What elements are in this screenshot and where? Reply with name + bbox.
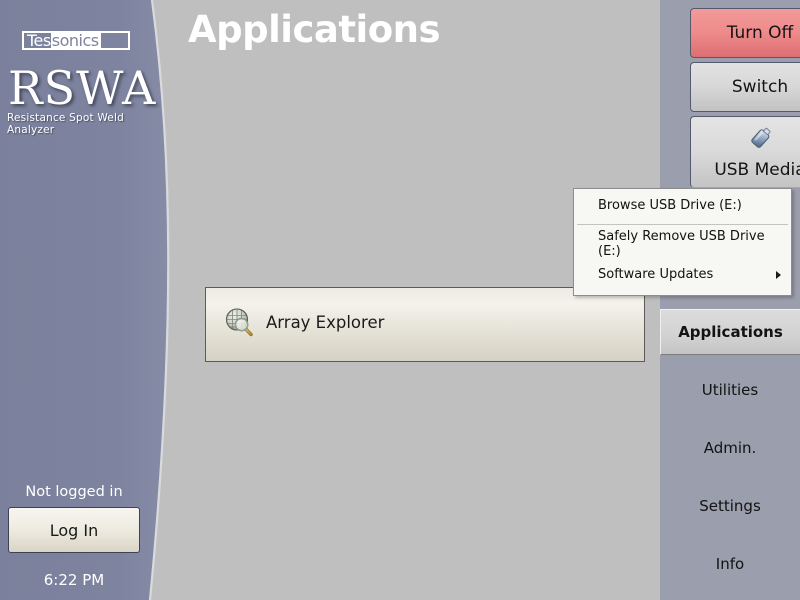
clock-label: 6:22 PM [0,571,148,589]
menu-item-label: Safely Remove USB Drive (E:) [598,229,791,259]
usb-flash-drive-icon [743,126,777,157]
menu-item-safely-remove-usb-drive[interactable]: Safely Remove USB Drive (E:) [574,228,791,259]
logo-text-primary: Tes [24,33,51,48]
log-in-button[interactable]: Log In [8,507,140,553]
nav-spacer [660,529,800,541]
turn-off-button[interactable]: Turn Off [690,8,800,58]
switch-label: Switch [732,77,788,97]
nav-spacer [660,413,800,425]
nav-item-admin[interactable]: Admin. [660,425,800,471]
nav-spacer [660,355,800,367]
application-item-array-explorer[interactable]: Array Explorer [223,306,384,338]
menu-separator [577,224,788,225]
menu-item-software-updates[interactable]: Software Updates [574,259,791,290]
nav-item-label: Applications [678,323,783,341]
right-sidebar: Turn Off Switch [660,0,800,600]
usb-media-dropdown-menu: Browse USB Drive (E:) Safely Remove USB … [573,188,792,296]
product-subtitle: Resistance Spot Weld Analyzer [7,112,167,136]
nav-spacer [660,471,800,483]
application-label: Array Explorer [266,313,384,332]
nav-item-label: Info [716,555,744,573]
nav-item-applications[interactable]: Applications [660,309,800,355]
nav-item-label: Admin. [704,439,757,457]
chevron-right-icon [776,271,781,279]
nav-item-utilities[interactable]: Utilities [660,367,800,413]
logo-highlight-block: sonics [51,33,101,48]
nav-item-settings[interactable]: Settings [660,483,800,529]
nav-item-label: Utilities [702,381,758,399]
product-name: RSWA [8,64,158,112]
page-title: Applications [188,8,440,51]
navigation-list: Applications Utilities Admin. Settings I… [660,309,800,587]
menu-item-browse-usb-drive[interactable]: Browse USB Drive (E:) [574,190,791,221]
menu-item-label: Software Updates [598,267,713,282]
tessonics-logo: Tes sonics [22,31,130,50]
application-window: Tes sonics RSWA Resistance Spot Weld Ana… [0,0,800,600]
nav-item-info[interactable]: Info [660,541,800,587]
sidebar: Tes sonics RSWA Resistance Spot Weld Ana… [0,0,170,600]
nav-item-label: Settings [699,497,761,515]
logo-text-secondary: sonics [52,33,99,48]
menu-item-label: Browse USB Drive (E:) [598,198,742,213]
applications-panel: Array Explorer [205,287,645,362]
turn-off-label: Turn Off [727,23,794,43]
usb-media-button[interactable]: USB Media [690,116,800,188]
login-status-text: Not logged in [0,484,148,500]
switch-button[interactable]: Switch [690,62,800,112]
array-explorer-icon [223,306,255,338]
usb-media-label: USB Media [714,160,800,180]
